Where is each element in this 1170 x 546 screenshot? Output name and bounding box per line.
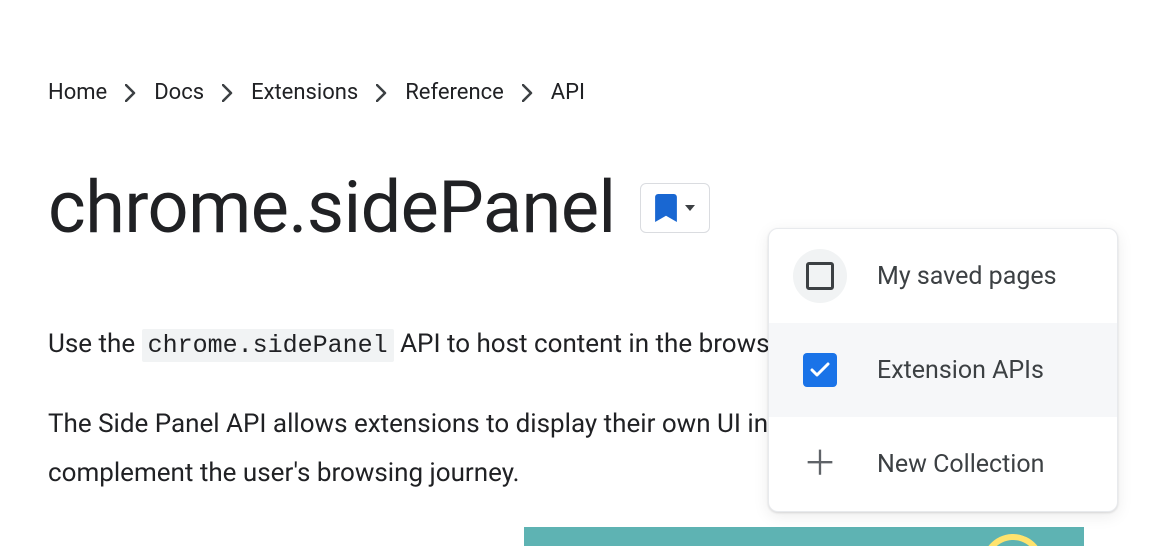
chevron-right-icon [222,84,233,102]
inline-code: chrome.sidePanel [142,329,394,362]
save-to-collection-button[interactable] [640,183,710,233]
page-title: chrome.sidePanel [48,165,616,250]
chevron-right-icon [376,84,387,102]
dropdown-item-label: New Collection [877,450,1044,479]
collection-checked-icon [793,343,847,397]
chevron-right-icon [125,84,136,102]
breadcrumb-item-extensions[interactable]: Extensions [251,80,358,105]
plus-icon: ＋ [803,447,837,481]
dropdown-item-new-collection[interactable]: ＋ New Collection [769,417,1117,511]
checkbox-checked-icon [803,353,837,387]
intro-text-prefix: Use the [48,329,142,359]
caret-down-icon [685,205,695,211]
plus-icon-wrap: ＋ [793,437,847,491]
dropdown-item-label: My saved pages [877,262,1057,291]
dropdown-item-my-saved-pages[interactable]: My saved pages [769,229,1117,323]
breadcrumb-item-docs[interactable]: Docs [154,80,204,105]
breadcrumb-item-home[interactable]: Home [48,80,107,105]
save-dropdown-menu: My saved pages Extension APIs ＋ New Coll… [768,228,1118,512]
dropdown-item-extension-apis[interactable]: Extension APIs [769,323,1117,417]
bookmark-icon [655,194,677,222]
breadcrumb-item-api[interactable]: API [551,80,585,105]
collection-unchecked-icon [793,249,847,303]
chevron-right-icon [522,84,533,102]
breadcrumb: Home Docs Extensions Reference API [48,80,1170,105]
breadcrumb-item-reference[interactable]: Reference [405,80,504,105]
decorative-banner [524,527,1084,546]
dropdown-item-label: Extension APIs [877,356,1044,385]
square-outline-icon [806,262,834,290]
